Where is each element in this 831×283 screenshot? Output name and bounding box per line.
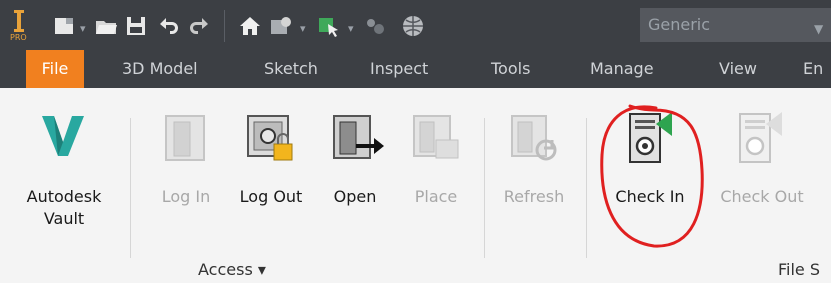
group-divider [484,118,485,258]
safe-lock-icon [247,115,293,161]
door-open-arrow-icon [333,115,384,159]
vault-logo-icon [42,116,84,156]
ribbon-tab-bar: File 3D Model Sketch Inspect Tools Manag… [0,50,831,88]
tab-manage[interactable]: Manage [590,50,654,88]
place-label: Place [414,187,458,206]
check-out-button[interactable]: Check Out [704,88,820,248]
check-in-button[interactable]: Check In [600,88,700,248]
new-icon[interactable] [52,14,76,38]
tab-environments[interactable]: En [803,50,823,88]
material-combo-box[interactable]: Generic ▼ [640,8,831,42]
refresh-door-icon [511,115,557,161]
tab-sketch[interactable]: Sketch [264,50,318,88]
log-out-button[interactable]: Log Out [232,88,310,248]
material-combo-value: Generic [648,15,711,34]
tab-3d-model[interactable]: 3D Model [122,50,198,88]
globe-icon[interactable] [400,14,426,38]
access-group-label[interactable]: Access ▾ [198,260,266,279]
select-icon[interactable] [316,14,342,38]
material-icon[interactable] [362,14,388,38]
check-in-label: Check In [615,187,685,206]
open-button[interactable]: Open [320,88,390,248]
place-button[interactable]: Place [400,88,472,248]
redo-icon[interactable] [188,14,212,38]
select-dropdown-chevron-icon[interactable]: ▾ [348,22,354,35]
home-icon[interactable] [238,14,262,38]
log-out-label: Log Out [239,187,303,206]
appearance-dropdown-chevron-icon[interactable]: ▾ [300,22,306,35]
file-status-group-label: File S [778,260,821,279]
quick-access-toolbar: PRO ▾ ▾ ▾ Generic ▼ [0,0,831,50]
save-icon[interactable] [124,14,148,38]
tab-view[interactable]: View [719,50,757,88]
refresh-label: Refresh [503,187,565,206]
combo-chevron-down-icon[interactable]: ▼ [814,22,823,36]
tab-tools[interactable]: Tools [491,50,530,88]
autodesk-vault-label: Autodesk Vault [26,187,102,228]
open-folder-icon[interactable] [94,14,118,38]
log-in-button[interactable]: Log In [152,88,220,248]
open-label: Open [333,187,377,206]
svg-text:PRO: PRO [10,33,27,42]
refresh-button[interactable]: Refresh [494,88,574,248]
toolbar-divider [224,10,225,42]
tab-file[interactable]: File [26,50,84,88]
check-out-icon [739,112,782,163]
undo-icon[interactable] [156,14,180,38]
new-dropdown-chevron-icon[interactable]: ▾ [80,22,86,35]
tab-inspect[interactable]: Inspect [370,50,428,88]
group-divider [130,118,131,258]
check-in-icon [629,112,672,163]
check-out-label: Check Out [720,187,804,206]
door-icon [165,115,205,161]
log-in-label: Log In [161,187,211,206]
inventor-logo-icon[interactable]: PRO [8,8,30,42]
place-door-icon [413,115,459,159]
ribbon-panel: Autodesk Vault Log In Log Out Open Place… [0,88,831,283]
autodesk-vault-button[interactable]: Autodesk Vault [14,88,114,248]
appearance-icon[interactable] [268,14,294,38]
group-divider [586,118,587,258]
